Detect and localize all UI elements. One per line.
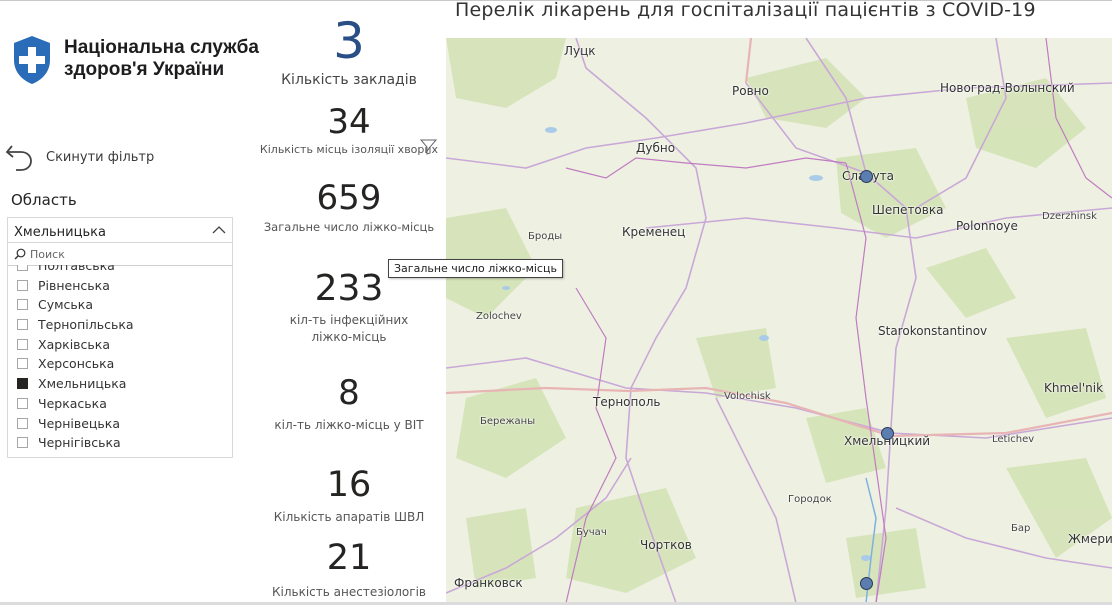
region-item-label: Чернівецька [38, 415, 120, 431]
region-items-inner: Полтавська Рівненська Сумська Тернопільська… [8, 265, 232, 453]
kpi-infectious-beds: 233 кіл-ть інфекційних ліжко-місць [250, 271, 448, 346]
hospital-marker[interactable] [860, 577, 873, 590]
kpi-ventilators: 16 Кількість апаратів ШВЛ [250, 468, 448, 526]
region-items: Полтавська Рівненська Сумська Тернопільська… [8, 265, 232, 457]
city-label: Кременец [622, 225, 686, 239]
city-label: Новоград-Волынский [940, 81, 1075, 95]
region-item[interactable]: Тернопільська [8, 315, 232, 335]
kpi-anesthesiologists: 21 Кількість анестезіологів [250, 541, 448, 601]
hospital-marker[interactable] [860, 170, 873, 183]
slicer-title: Область [11, 191, 77, 209]
region-item[interactable]: Чернігівська [8, 433, 232, 453]
region-item-label: Сумська [38, 297, 94, 313]
kpi-total-beds-value: 659 [316, 178, 382, 218]
city-label: Khmel'nik [1044, 381, 1104, 395]
kpi-icu-beds-label: кіл-ть ліжко-місць у ВІТ [274, 418, 424, 432]
region-item-label: Харківська [38, 336, 110, 352]
region-checkbox[interactable] [17, 378, 28, 390]
city-label: Тернополь [593, 395, 661, 409]
city-label: Dzerzhinsk [1042, 211, 1097, 222]
region-checkbox[interactable] [17, 437, 28, 449]
nszu-logo: Національна служба здоров'я України [11, 34, 271, 90]
logo-line-1: Національна служба [64, 37, 259, 58]
filter-icon[interactable] [420, 139, 437, 155]
region-item-label: Полтавська [38, 265, 115, 273]
region-search-input[interactable] [30, 245, 220, 263]
kpi-total-beds-label: Загальне число ліжко-місць [263, 220, 435, 234]
region-checkbox[interactable] [17, 358, 28, 370]
city-label: Жмери [1068, 532, 1112, 546]
region-item-label: Тернопільська [38, 317, 134, 333]
kpi-anesthesiologists-label: Кількість анестезіологів [272, 585, 426, 599]
region-checkbox[interactable] [17, 265, 28, 271]
region-item-label: Рівненська [38, 277, 110, 293]
kpi-ventilators-value: 16 [326, 465, 372, 505]
logo-text: Національна служба здоров'я України [64, 37, 259, 81]
region-item[interactable]: Сумська [8, 295, 232, 315]
city-label: Volochisk [724, 391, 771, 402]
city-label: Starokonstantinov [878, 324, 988, 338]
region-dropdown-value: Хмельницька [14, 225, 106, 240]
chevron-up-icon [212, 226, 226, 234]
region-item-label: Херсонська [38, 356, 115, 372]
kpi-ventilators-label: Кількість апаратів ШВЛ [273, 510, 425, 524]
region-checkbox[interactable] [17, 417, 28, 429]
region-checkbox[interactable] [17, 338, 28, 350]
city-label: Бережаны [480, 416, 536, 427]
region-checkbox[interactable] [17, 319, 28, 331]
region-item[interactable]: Харківська [8, 335, 232, 355]
reset-filter-button[interactable]: Скинути фільтр [4, 142, 164, 172]
city-label: Дубно [636, 141, 676, 155]
region-checkbox[interactable] [17, 299, 28, 311]
kpi-anesthesiologists-value: 21 [326, 538, 372, 578]
kpi-isolation-value: 34 [327, 102, 371, 142]
region-item[interactable]: Черкаська [8, 394, 232, 414]
region-search [8, 243, 232, 266]
kpi-infectious-beds-label-2: ліжко-місць [311, 330, 387, 344]
city-label: Броды [528, 231, 563, 242]
city-label: Бучач [576, 527, 607, 538]
city-label: Франковск [454, 576, 523, 590]
region-checkbox[interactable] [17, 279, 28, 291]
kpi-infectious-beds-label-1: кіл-ть інфекційних [289, 313, 409, 327]
city-label: Луцк [564, 44, 596, 58]
reset-filter-label: Скинути фільтр [46, 150, 155, 165]
kpi-tooltip: Загальне число ліжко-місць [388, 259, 563, 278]
kpi-icu-beds: 8 кіл-ть ліжко-місць у ВІТ [250, 376, 448, 434]
logo-line-2: здоров'я України [64, 59, 225, 80]
map-title: Перелік лікарень для госпіталізації паці… [455, 0, 1036, 21]
kpi-facilities-value: 3 [333, 12, 365, 70]
region-checkbox[interactable] [17, 397, 28, 409]
city-label: Ровно [732, 84, 769, 98]
kpi-total-beds: 659 Загальне число ліжко-місць [250, 181, 448, 236]
shield-cross-icon [14, 36, 50, 84]
city-label: Polonnoye [956, 219, 1018, 233]
kpi-isolation: 34 Кількість місць ізоляції хворих [250, 105, 448, 158]
region-item[interactable]: Чернівецька [8, 414, 232, 434]
kpi-facilities: 3 Кількість закладів [250, 16, 448, 89]
city-label: Чортков [640, 538, 692, 552]
region-item[interactable]: Херсонська [8, 354, 232, 374]
region-item[interactable]: Рівненська [8, 276, 232, 296]
region-list: Полтавська Рівненська Сумська Тернопільська… [7, 243, 233, 458]
region-item[interactable]: Полтавська [8, 265, 232, 276]
city-label: Шепетовка [872, 203, 944, 217]
city-label: Городок [788, 494, 832, 505]
kpi-isolation-label: Кількість місць ізоляції хворих [259, 143, 439, 156]
hospital-map[interactable]: Луцк Ровно Новоград-Волынский Дубно Слав… [446, 38, 1112, 603]
region-item-label: Чернігівська [38, 435, 121, 451]
undo-arrow-icon [5, 145, 32, 171]
hospital-marker[interactable] [881, 427, 894, 440]
region-dropdown[interactable]: Хмельницька [7, 217, 233, 243]
kpi-icu-beds-value: 8 [338, 373, 360, 413]
region-item-label: Хмельницька [38, 376, 127, 392]
kpi-facilities-label: Кількість закладів [281, 72, 417, 88]
city-label: Бар [1011, 523, 1031, 534]
map-background [446, 38, 1112, 603]
city-label: Zolochev [476, 311, 522, 322]
city-label: Letichev [992, 434, 1035, 445]
region-item[interactable]: Хмельницька [8, 374, 232, 394]
region-item-label: Черкаська [38, 395, 107, 411]
search-icon [14, 248, 26, 260]
